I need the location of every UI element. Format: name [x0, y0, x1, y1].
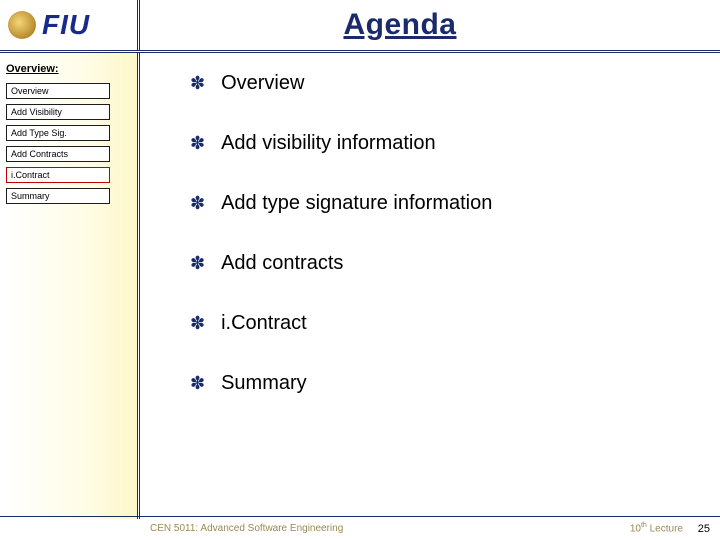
nav-label: Add Contracts: [11, 149, 68, 159]
nav-overview[interactable]: Overview: [6, 83, 110, 99]
bullet-icon: ✽: [190, 311, 205, 335]
slide: FIU Agenda Overview: Overview Add Visibi…: [0, 0, 720, 540]
agenda-item: ✽ Overview: [190, 71, 700, 95]
fiu-logo: FIU: [42, 9, 90, 41]
agenda-text: Add contracts: [221, 251, 343, 275]
logo-text: FIU: [42, 9, 90, 41]
agenda-item: ✽ Summary: [190, 371, 700, 395]
bullet-icon: ✽: [190, 131, 205, 155]
lecture-ord: 10: [630, 524, 641, 535]
bullet-icon: ✽: [190, 251, 205, 275]
nav-icontract[interactable]: i.Contract: [6, 167, 110, 183]
agenda-item: ✽ i.Contract: [190, 311, 700, 335]
logo-area: FIU: [0, 0, 140, 50]
sidebar-title: Overview:: [6, 63, 129, 75]
nav-add-contracts[interactable]: Add Contracts: [6, 146, 110, 162]
content: ✽ Overview ✽ Add visibility information …: [140, 53, 720, 519]
university-seal-icon: [8, 11, 36, 39]
nav-label: i.Contract: [11, 170, 50, 180]
bullet-icon: ✽: [190, 371, 205, 395]
nav-add-visibility[interactable]: Add Visibility: [6, 104, 110, 120]
agenda-text: Add visibility information: [221, 131, 436, 155]
nav-label: Add Visibility: [11, 107, 62, 117]
agenda-item: ✽ Add visibility information: [190, 131, 700, 155]
agenda-text: Overview: [221, 71, 304, 95]
agenda-text: Summary: [221, 371, 307, 395]
footer: CEN 5011: Advanced Software Engineering …: [0, 516, 720, 540]
page-number: 25: [698, 523, 710, 535]
agenda-text: Add type signature information: [221, 191, 492, 215]
nav-label: Add Type Sig.: [11, 128, 67, 138]
footer-course: CEN 5011: Advanced Software Engineering: [0, 523, 630, 534]
nav-label: Overview: [11, 86, 49, 96]
footer-right: 10th Lecture 25: [630, 522, 720, 534]
header: FIU Agenda: [0, 0, 720, 53]
nav-summary[interactable]: Summary: [6, 188, 110, 204]
slide-title: Agenda: [140, 8, 720, 42]
bullet-icon: ✽: [190, 71, 205, 95]
agenda-item: ✽ Add type signature information: [190, 191, 700, 215]
nav-label: Summary: [11, 191, 50, 201]
nav-add-type-sig[interactable]: Add Type Sig.: [6, 125, 110, 141]
lecture-word: Lecture: [647, 524, 683, 535]
sidebar: Overview: Overview Add Visibility Add Ty…: [0, 53, 140, 519]
agenda-text: i.Contract: [221, 311, 307, 335]
bullet-icon: ✽: [190, 191, 205, 215]
agenda-item: ✽ Add contracts: [190, 251, 700, 275]
body: Overview: Overview Add Visibility Add Ty…: [0, 53, 720, 519]
